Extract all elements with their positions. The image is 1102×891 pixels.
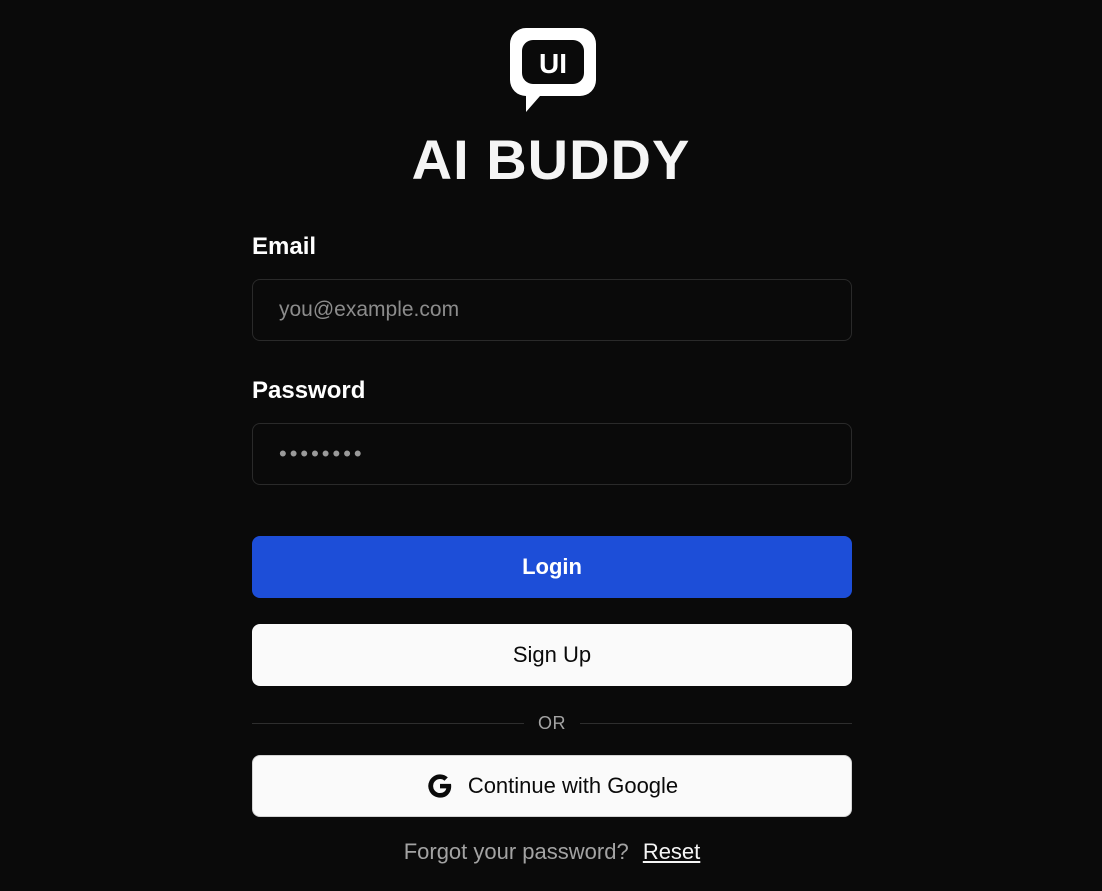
email-field[interactable] — [252, 279, 852, 341]
password-label: Password — [252, 377, 366, 404]
logo-speech-bubble-icon: UI — [510, 28, 596, 112]
login-button[interactable]: Login — [252, 536, 852, 598]
logo-text: UI — [539, 48, 567, 79]
login-form: Email Password Login Sign Up OR Continue… — [252, 232, 852, 867]
app-title: AI BUDDY — [411, 128, 691, 191]
divider-text: OR — [538, 712, 566, 733]
divider-line-right — [580, 722, 852, 724]
or-divider: OR — [252, 711, 852, 735]
forgot-password-row: Forgot your password? Reset — [252, 837, 852, 867]
forgot-password-text: Forgot your password? — [403, 839, 629, 864]
divider-line-left — [252, 722, 524, 724]
google-signin-label: Continue with Google — [467, 773, 679, 798]
login-page: UI AI BUDDY Email Password Login Sign Up… — [0, 0, 1102, 891]
password-field[interactable] — [252, 423, 852, 485]
signup-button[interactable]: Sign Up — [252, 624, 852, 686]
email-label: Email — [252, 233, 317, 260]
google-signin-button[interactable]: Continue with Google — [252, 755, 852, 817]
google-icon — [428, 774, 452, 798]
reset-password-link[interactable]: Reset — [643, 839, 700, 864]
